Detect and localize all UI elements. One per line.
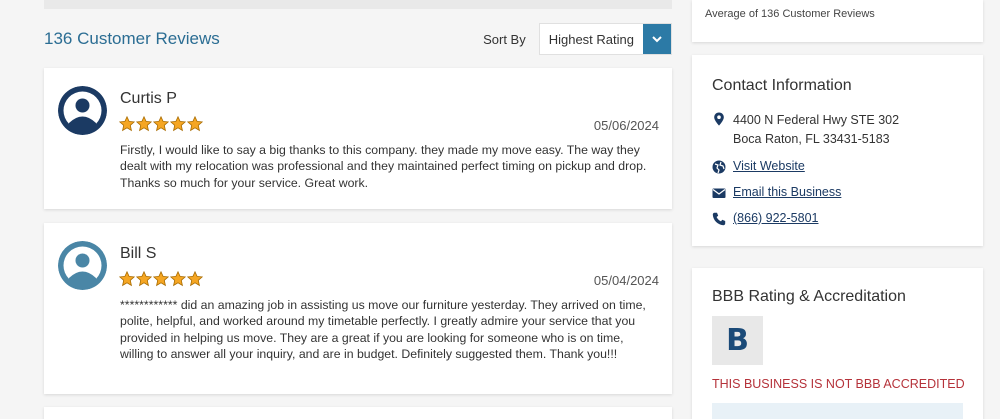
- phone-icon: [712, 212, 726, 226]
- phone-link[interactable]: (866) 922-5801: [733, 211, 818, 226]
- map-pin-icon: [714, 112, 724, 126]
- sort-selected-value[interactable]: Highest Rating: [540, 24, 643, 54]
- star-icon: [119, 116, 135, 132]
- review-card: Bill S 05/04/2024 ************ did an am…: [44, 223, 672, 394]
- review-date: 05/06/2024: [593, 118, 659, 133]
- reviews-header: 136 Customer Reviews Sort By Highest Rat…: [44, 22, 672, 56]
- contact-title: Contact Information: [712, 77, 852, 94]
- chevron-down-icon[interactable]: [643, 24, 671, 54]
- bbb-title: BBB Rating & Accreditation: [712, 288, 906, 305]
- sort-select[interactable]: Highest Rating: [538, 23, 672, 55]
- reviews-count-heading: 136 Customer Reviews: [44, 29, 220, 48]
- address-line-1: 4400 N Federal Hwy STE 302: [733, 113, 900, 127]
- star-icon: [136, 116, 152, 132]
- review-card: [44, 407, 672, 419]
- review-text: Firstly, I would like to say a big thank…: [120, 143, 647, 190]
- reviewer-name: Curtis P: [120, 90, 177, 107]
- review-text: ************ did an amazing job in assis…: [120, 298, 646, 362]
- star-icon: [187, 271, 203, 287]
- globe-icon: [712, 160, 726, 174]
- star-icon: [153, 271, 169, 287]
- average-reviews-text: Average of 136 Customer Reviews: [705, 8, 875, 20]
- bbb-grade-badge: B: [712, 316, 763, 365]
- avatar-icon: [58, 241, 107, 290]
- email-business-link[interactable]: Email this Business: [733, 185, 841, 200]
- bbb-rating-card: BBB Rating & Accreditation B THIS BUSINE…: [692, 268, 983, 419]
- address-line-2: Boca Raton, FL 33431-5183: [733, 132, 890, 146]
- review-card: Curtis P 05/06/2024 Firstly, I would lik…: [44, 68, 672, 209]
- star-rating: [119, 116, 203, 132]
- star-icon: [170, 116, 186, 132]
- sort-label: Sort By: [483, 31, 526, 47]
- address: 4400 N Federal Hwy STE 302 Boca Raton, F…: [733, 111, 899, 149]
- avatar-icon: [58, 86, 107, 135]
- star-icon: [170, 271, 186, 287]
- bbb-info-panel: [712, 403, 963, 419]
- website-row: Visit Website: [712, 159, 805, 174]
- star-icon: [187, 116, 203, 132]
- address-row: 4400 N Federal Hwy STE 302 Boca Raton, F…: [712, 111, 899, 149]
- visit-website-link[interactable]: Visit Website: [733, 159, 805, 174]
- star-icon: [136, 271, 152, 287]
- average-rating-card: Average of 136 Customer Reviews: [692, 0, 983, 42]
- star-rating: [119, 271, 203, 287]
- contact-information-card: Contact Information 4400 N Federal Hwy S…: [692, 55, 983, 246]
- accreditation-notice: THIS BUSINESS IS NOT BBB ACCREDITED: [712, 377, 965, 391]
- email-row: Email this Business: [712, 185, 841, 200]
- star-icon: [153, 116, 169, 132]
- envelope-icon: [712, 188, 726, 198]
- top-strip: [44, 0, 672, 9]
- sort-control: Sort By Highest Rating: [483, 23, 672, 55]
- reviewer-name: Bill S: [120, 245, 157, 262]
- star-icon: [119, 271, 135, 287]
- phone-row: (866) 922-5801: [712, 211, 818, 226]
- review-date: 05/04/2024: [593, 273, 659, 288]
